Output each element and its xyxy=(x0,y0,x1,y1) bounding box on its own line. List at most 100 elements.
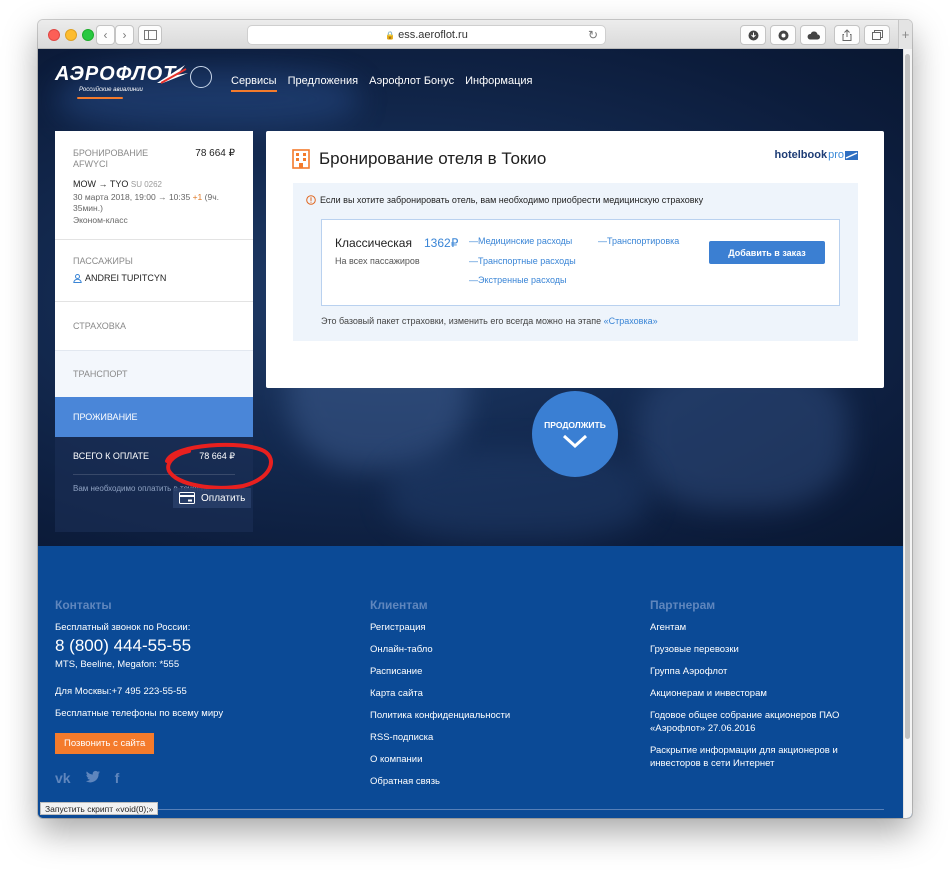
footer-link[interactable]: Раскрытие информации для акционеров и ин… xyxy=(650,744,865,770)
footer-partners: Партнерам Агентам Грузовые перевозки Гру… xyxy=(650,598,865,779)
partner-brand-suffix: pro xyxy=(828,149,844,161)
download-icon xyxy=(748,30,758,40)
back-button[interactable]: ‹ xyxy=(96,25,115,45)
offer-subtitle: На всех пассажиров xyxy=(335,256,420,266)
mobile-operators: MTS, Beeline, Megafon: *555 xyxy=(55,659,180,670)
booking-sidebar: БРОНИРОВАНИЕ AFWYCI 78 664 ₽ MOW → TYO S… xyxy=(55,131,253,532)
warning-icon xyxy=(306,195,316,205)
plus-icon: + xyxy=(901,27,910,42)
zoom-window-button[interactable] xyxy=(82,29,94,41)
reload-icon[interactable]: ↻ xyxy=(588,28,598,42)
person-icon xyxy=(73,273,82,283)
nav-item-bonus[interactable]: Аэрофлот Бонус xyxy=(369,75,454,92)
scrollbar-thumb[interactable] xyxy=(905,54,910,739)
coverage-transportation-link[interactable]: —Транспортировка xyxy=(598,236,679,246)
passengers-label: ПАССАЖИРЫ xyxy=(73,256,133,266)
chevron-down-icon xyxy=(562,434,588,449)
footer-link[interactable]: Агентам xyxy=(650,621,865,634)
sidebar-item-insurance[interactable]: СТРАХОВКА xyxy=(55,302,253,350)
web-page: АЭРОФЛОТ Российские авиалинии Сервисы Пр… xyxy=(38,49,912,818)
nav-item-offers[interactable]: Предложения xyxy=(288,75,359,92)
coverage-emergency-link[interactable]: —Экстренные расходы xyxy=(469,275,567,285)
new-tab-button[interactable]: + xyxy=(898,20,912,49)
total-label: ВСЕГО К ОПЛАТЕ xyxy=(73,451,149,461)
cloud-button[interactable] xyxy=(800,25,826,45)
insurance-note-text: Это базовый пакет страховки, изменить ег… xyxy=(321,316,602,326)
footer-link[interactable]: Группа Аэрофлот xyxy=(650,665,865,678)
footer-link[interactable]: Годовое общее собрание акционеров ПАО «А… xyxy=(650,709,865,735)
twitter-icon[interactable] xyxy=(85,770,101,784)
footer-clients: Клиентам Регистрация Онлайн-табло Распис… xyxy=(370,598,510,797)
flight-date: 30 марта 2018, 19:00 → 10:35 xyxy=(73,192,191,202)
extension-icon xyxy=(778,30,788,40)
add-to-order-label: Добавить в заказ xyxy=(728,247,806,258)
booking-code: AFWYCI xyxy=(73,159,108,169)
site-footer: Контакты Бесплатный звонок по России: 8 … xyxy=(38,546,912,818)
facebook-icon[interactable]: f xyxy=(115,770,120,786)
status-text: Запустить скрипт «void(0);» xyxy=(45,803,154,814)
footer-link[interactable]: Грузовые перевозки xyxy=(650,643,865,656)
footer-contacts: Контакты Бесплатный звонок по России: 8 … xyxy=(55,598,223,786)
free-call-label: Бесплатный звонок по России: xyxy=(55,622,191,633)
insurance-note: Это базовый пакет страховки, изменить ег… xyxy=(321,316,658,326)
moscow-phone: Для Москвы:+7 495 223-55-55 xyxy=(55,686,187,697)
hotel-booking-card: Бронирование отеля в Токио hotelbook pro … xyxy=(266,131,884,388)
sidebar-item-label: СТРАХОВКА xyxy=(73,321,127,331)
passenger-name: ANDREI TUPITCYN xyxy=(85,273,167,283)
browser-toolbar: ‹ › 🔒 ess.aeroflot.ru ↻ + xyxy=(38,20,912,49)
footer-divider xyxy=(55,809,884,810)
call-from-site-button[interactable]: Позвонить с сайта xyxy=(55,733,155,754)
main-nav: Сервисы Предложения Аэрофлот Бонус Инфор… xyxy=(231,75,533,92)
footer-link[interactable]: Карта сайта xyxy=(370,687,510,700)
close-window-button[interactable] xyxy=(48,29,60,41)
footer-link[interactable]: Обратная связь xyxy=(370,775,510,788)
downloads-button[interactable] xyxy=(740,25,766,45)
booking-label: БРОНИРОВАНИЕ xyxy=(73,148,149,158)
vk-icon[interactable]: vk xyxy=(55,770,71,786)
aeroflot-logo[interactable]: АЭРОФЛОТ Российские авиалинии xyxy=(55,63,212,99)
share-button[interactable] xyxy=(834,25,860,45)
insurance-warning: Если вы хотите забронировать отель, вам … xyxy=(320,195,704,205)
sidebar-toggle-button[interactable] xyxy=(138,25,162,45)
minimize-window-button[interactable] xyxy=(65,29,77,41)
footer-link[interactable]: Регистрация xyxy=(370,621,510,634)
flight-number: SU 0262 xyxy=(130,180,162,189)
nav-item-info[interactable]: Информация xyxy=(465,75,532,92)
sidebar-item-accommodation[interactable]: ПРОЖИВАНИЕ xyxy=(55,397,253,437)
continue-label: ПРОДОЛЖИТЬ xyxy=(544,420,606,430)
footer-link[interactable]: Онлайн-табло xyxy=(370,643,510,656)
passengers-section[interactable]: ПАССАЖИРЫ ANDREI TUPITCYN xyxy=(55,240,253,302)
divider xyxy=(73,474,235,475)
seal-icon xyxy=(190,66,212,88)
insurance-required-box: Если вы хотите забронировать отель, вам … xyxy=(293,183,858,341)
forward-button[interactable]: › xyxy=(115,25,134,45)
insurance-step-link[interactable]: «Страховка» xyxy=(604,316,658,326)
free-phones-world-link[interactable]: Бесплатные телефоны по всему миру xyxy=(55,707,223,720)
share-icon xyxy=(842,29,852,41)
status-bar: Запустить скрипт «void(0);» xyxy=(40,802,159,815)
sidebar-item-label: ТРАНСПОРТ xyxy=(73,369,128,379)
nav-item-services[interactable]: Сервисы xyxy=(231,75,277,92)
footer-link[interactable]: О компании xyxy=(370,753,510,766)
tabs-overview-button[interactable] xyxy=(864,25,890,45)
extension-button[interactable] xyxy=(770,25,796,45)
coverage-medical-link[interactable]: —Медицинские расходы xyxy=(469,236,572,246)
pay-button[interactable]: Оплатить xyxy=(173,488,252,508)
sidebar-item-transport[interactable]: ТРАНСПОРТ xyxy=(55,350,253,397)
footer-link[interactable]: RSS-подписка xyxy=(370,731,510,744)
hotel-icon xyxy=(292,149,310,169)
address-bar[interactable]: 🔒 ess.aeroflot.ru ↻ xyxy=(247,25,606,45)
coverage-transport-link[interactable]: —Транспортные расходы xyxy=(469,256,576,266)
footer-link[interactable]: Расписание xyxy=(370,665,510,678)
add-to-order-button[interactable]: Добавить в заказ xyxy=(709,241,825,264)
footer-link[interactable]: Акционерам и инвесторам xyxy=(650,687,865,700)
offer-price: 1362₽ xyxy=(424,236,459,250)
hotline-phone[interactable]: 8 (800) 444-55-55 xyxy=(55,637,223,654)
continue-button[interactable]: ПРОДОЛЖИТЬ xyxy=(532,391,618,477)
call-from-site-label: Позвонить с сайта xyxy=(64,738,146,749)
footer-link[interactable]: Политика конфиденциальности xyxy=(370,709,510,722)
booking-summary[interactable]: БРОНИРОВАНИЕ AFWYCI 78 664 ₽ MOW → TYO S… xyxy=(55,131,253,240)
route: MOW → TYO xyxy=(73,179,129,189)
logo-underline xyxy=(77,97,123,99)
lock-icon: 🔒 xyxy=(385,30,396,40)
